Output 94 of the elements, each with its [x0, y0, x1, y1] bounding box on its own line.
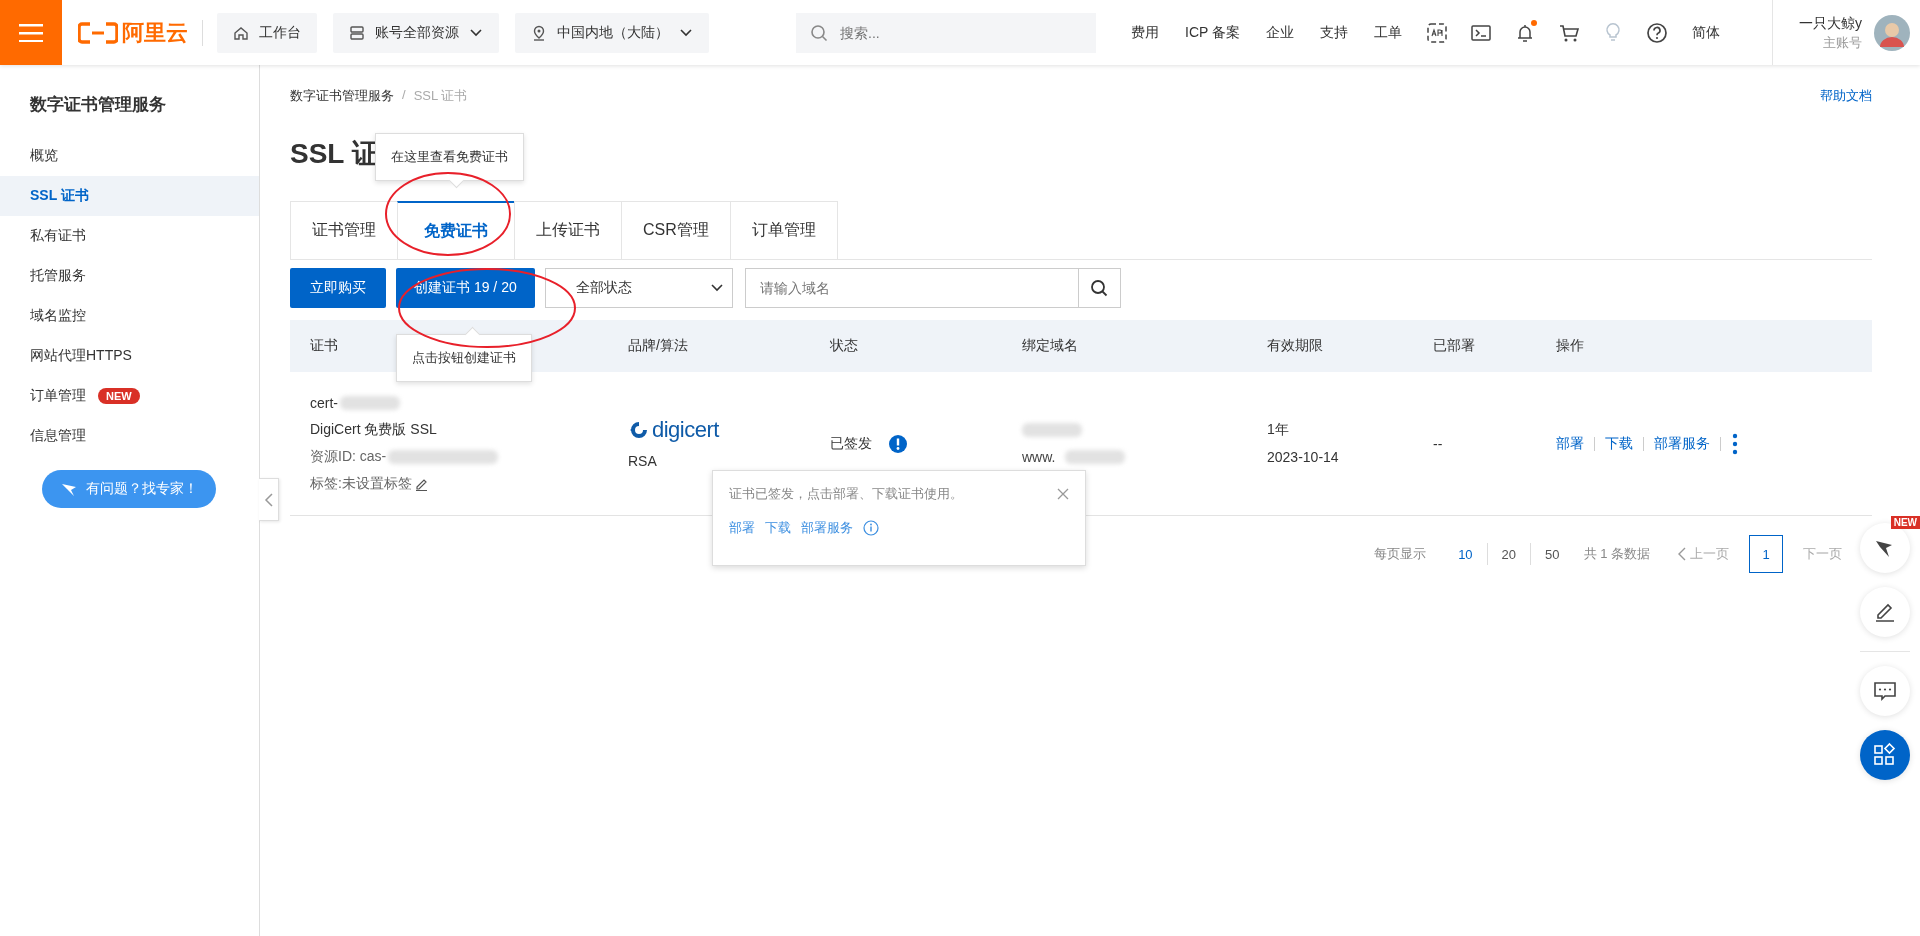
nav-button[interactable]: 账号全部资源	[333, 12, 499, 53]
resource-id: 资源ID: cas-	[310, 448, 387, 466]
buy-button[interactable]: 立即购买	[290, 268, 386, 308]
nav-button[interactable]: 中国内地（大陆）	[515, 12, 709, 53]
redaction-blur	[1065, 450, 1126, 464]
floating-tool-button[interactable]	[1860, 587, 1910, 637]
help-link[interactable]: 帮助文档	[1820, 87, 1872, 107]
sidebar-item[interactable]: 私有证书	[0, 216, 259, 256]
close-icon[interactable]	[1057, 488, 1069, 500]
more-icon[interactable]	[1731, 432, 1739, 455]
domain-search-field[interactable]: 请输入域名	[744, 268, 1121, 308]
logo-icon	[78, 21, 118, 44]
certificate-type: DigiCert 免费版 SSL	[310, 420, 438, 439]
deployed-value: --	[1432, 435, 1444, 452]
chevron-left-icon	[263, 491, 274, 508]
sidebar-item[interactable]: 订单管理	[30, 387, 86, 405]
nav-button[interactable]: 工作台	[217, 12, 317, 53]
stack-icon	[349, 24, 365, 41]
sidebar-item[interactable]: 托管服务	[0, 256, 259, 296]
page-number[interactable]: 1	[1749, 535, 1783, 573]
top-link[interactable]: 简体	[1679, 23, 1733, 42]
new-badge: NEW	[1890, 516, 1920, 529]
apps-icon	[1872, 742, 1898, 768]
action-link[interactable]: 部署	[1556, 434, 1584, 453]
breadcrumb-item: SSL 证书	[413, 87, 468, 105]
certificate-name: cert-	[310, 395, 338, 411]
column-header: 状态	[829, 337, 859, 355]
select-value: 全部状态	[575, 279, 632, 297]
top-link[interactable]: 费用	[1118, 23, 1172, 42]
search-icon	[810, 23, 828, 42]
page-size-option[interactable]: 10	[1444, 546, 1487, 562]
tooltip-text: 在这里查看免费证书	[391, 148, 508, 166]
status-text: 已签发	[830, 434, 872, 453]
action-link[interactable]: 部署服务	[1654, 434, 1710, 453]
action-link[interactable]: 下载	[1605, 434, 1633, 453]
home-icon	[233, 24, 249, 41]
brand-name: digicert	[652, 417, 719, 443]
search-input[interactable]: 搜索...	[838, 23, 1082, 42]
app-icon[interactable]	[1426, 21, 1448, 44]
user-name[interactable]: 一只大鲸y	[1799, 12, 1862, 33]
sidebar-item[interactable]: 信息管理	[0, 416, 259, 456]
breadcrumb-separator: /	[402, 87, 406, 104]
tooltip-text: 点击按钮创建证书	[412, 349, 516, 367]
expiry-date: 2023-10-14	[1267, 448, 1340, 467]
algorithm: RSA	[628, 451, 658, 470]
total-count: 共 1 条数据	[1583, 545, 1650, 563]
top-link[interactable]: 企业	[1253, 23, 1307, 42]
menu-icon	[19, 23, 43, 42]
column-header: 操作	[1555, 337, 1585, 355]
new-badge: NEW	[98, 388, 140, 404]
top-link[interactable]: 支持	[1307, 23, 1361, 42]
search-field[interactable]: 搜索...	[796, 12, 1096, 53]
sidebar-item[interactable]: 概览	[0, 136, 259, 176]
tab[interactable]: 证书管理	[290, 201, 398, 259]
status-select[interactable]: 全部状态	[544, 268, 733, 308]
sidebar-title: 数字证书管理服务	[29, 94, 167, 116]
column-header: 已部署	[1432, 337, 1476, 355]
validity: 1年	[1267, 420, 1290, 439]
avatar-icon[interactable]	[1874, 14, 1910, 51]
popover-link[interactable]: 部署服务	[801, 519, 853, 537]
sidebar-item[interactable]: SSL 证书	[0, 176, 259, 216]
digicert-logo-icon	[628, 420, 650, 440]
menu-button[interactable]	[0, 0, 62, 65]
sidebar-item[interactable]: 网站代理HTTPS	[0, 336, 259, 376]
column-header: 证书	[309, 337, 339, 355]
popover-link[interactable]: 下载	[765, 519, 791, 537]
redaction-blur	[340, 396, 400, 410]
pencil-icon[interactable]	[413, 477, 428, 491]
breadcrumb-item[interactable]: 数字证书管理服务	[290, 87, 394, 107]
account-type: 主账号	[1822, 33, 1862, 52]
help-icon[interactable]	[1646, 21, 1668, 44]
popover-text: 证书已签发，点击部署、下载证书使用。	[729, 485, 963, 503]
sidebar-item[interactable]: 域名监控	[0, 296, 259, 336]
logo-text: 阿里云	[122, 18, 188, 47]
search-icon	[1090, 279, 1109, 297]
per-page-label: 每页显示	[1374, 545, 1427, 563]
page-size-option[interactable]: 20	[1487, 546, 1531, 562]
redaction-blur	[1022, 423, 1082, 437]
info-alert-icon[interactable]	[888, 433, 908, 454]
page-size-option[interactable]: 50	[1531, 546, 1574, 562]
column-header: 品牌/算法	[627, 337, 689, 355]
tab[interactable]: 订单管理	[729, 201, 838, 259]
info-icon[interactable]	[863, 520, 879, 536]
location-pin-icon	[531, 24, 547, 41]
domain-name: www.	[1022, 449, 1056, 465]
top-link[interactable]: 工单	[1361, 23, 1415, 42]
top-link[interactable]: ICP 备案	[1172, 23, 1253, 42]
column-header: 有效期限	[1266, 337, 1324, 355]
popover-link[interactable]: 部署	[729, 519, 755, 537]
column-header: 绑定域名	[1021, 337, 1079, 355]
floating-tool-button[interactable]	[1860, 730, 1910, 780]
floating-tool-button[interactable]	[1860, 666, 1910, 716]
chevron-left-icon	[1678, 547, 1686, 561]
tag-label: 标签:未设置标签	[310, 475, 412, 493]
